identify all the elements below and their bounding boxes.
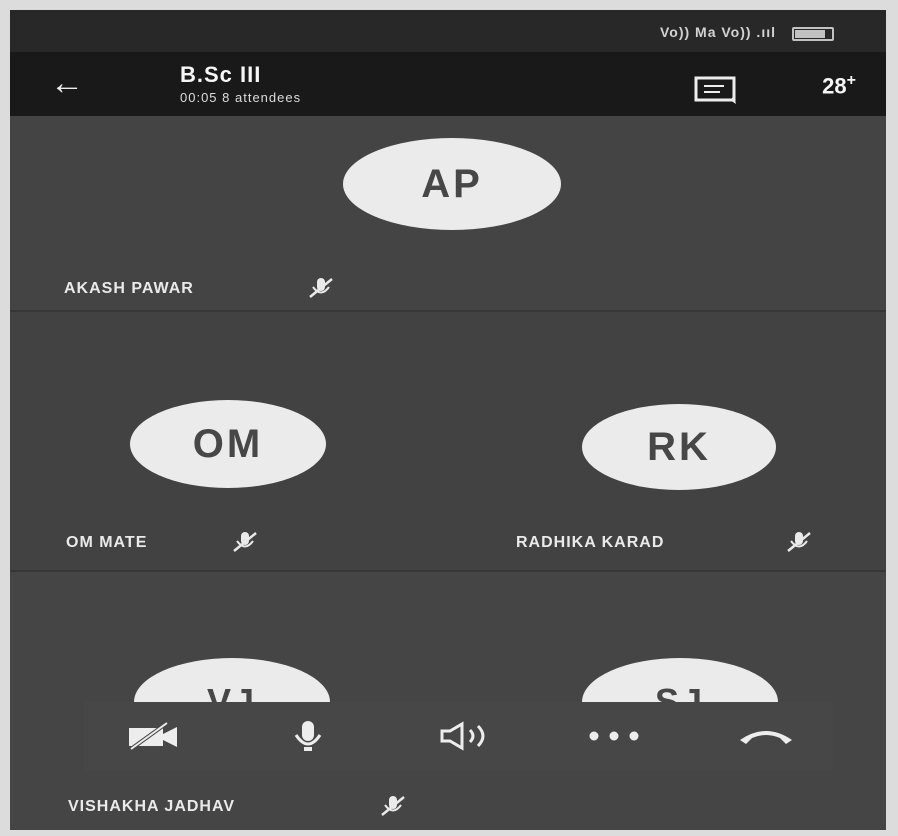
camera-off-icon (129, 721, 177, 751)
participant-row: OM OM MATE RK RADHIKA KARAD (10, 312, 886, 570)
status-indicators: Vo)) Ma Vo)) .ııl (659, 24, 776, 40)
participant-name: RADHIKA KARAD (516, 534, 665, 551)
meeting-duration-attendees: 00:05 8 attendees (180, 90, 302, 105)
camera-off-button[interactable] (124, 714, 184, 758)
battery-icon (792, 27, 834, 41)
avatar: OM (130, 400, 326, 488)
call-header: ← B.Sc III 00:05 8 attendees 28+ (10, 52, 886, 116)
call-control-bar (84, 702, 834, 770)
speaker-icon (440, 721, 485, 751)
phone-screen: Vo)) Ma Vo)) .ııl ← B.Sc III 00:05 8 att… (10, 10, 886, 830)
photo-frame: Vo)) Ma Vo)) .ııl ← B.Sc III 00:05 8 att… (0, 0, 898, 836)
status-bar: Vo)) Ma Vo)) .ııl (10, 10, 886, 52)
avatar: AP (343, 138, 561, 230)
end-call-button[interactable] (736, 714, 796, 758)
participant-name: VISHAKHA JADHAV (68, 798, 236, 815)
more-dots-icon (589, 731, 639, 741)
mic-muted-icon (787, 532, 811, 552)
mic-muted-icon (309, 278, 333, 298)
participant-row: VJ SJ VISHAKHA JADHAV (10, 572, 886, 830)
participant-name: OM MATE (66, 534, 148, 551)
participants-button[interactable]: 28+ (822, 72, 856, 99)
people-plus-icon: + (846, 72, 856, 89)
participants-count: 28 (822, 73, 847, 99)
participant-tile[interactable]: AP AKASH PAWAR (10, 116, 886, 310)
meeting-title: B.Sc III (180, 62, 262, 87)
mic-muted-icon (233, 532, 257, 552)
avatar: RK (582, 404, 776, 490)
microphone-button[interactable] (278, 714, 338, 758)
mic-muted-icon (381, 796, 405, 816)
chat-icon[interactable] (694, 76, 738, 104)
microphone-icon (294, 721, 322, 751)
hang-up-icon (740, 731, 792, 744)
speaker-button[interactable] (436, 714, 496, 758)
back-arrow-icon[interactable]: ← (50, 64, 90, 104)
participant-name: AKASH PAWAR (64, 280, 194, 297)
more-options-button[interactable] (584, 714, 644, 758)
